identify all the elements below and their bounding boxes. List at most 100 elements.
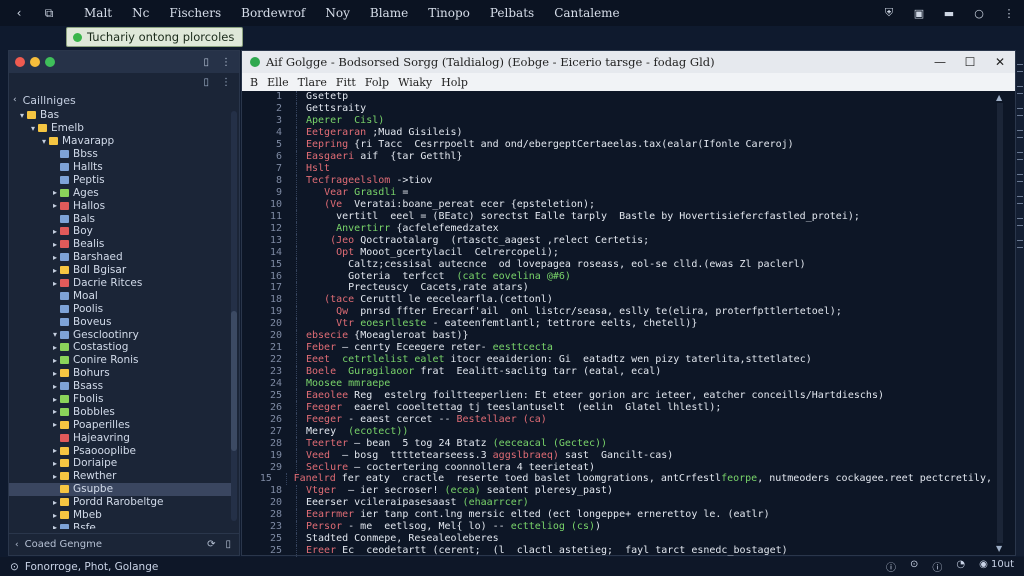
chevron-right-icon[interactable]: ▸ [50, 498, 60, 507]
close-window-icon[interactable] [15, 57, 25, 67]
chevron-right-icon[interactable]: ▸ [50, 240, 60, 249]
editor-menu-item[interactable]: Tlare [298, 76, 336, 89]
code-line[interactable]: 27 Merey (ecotect)) [242, 425, 992, 438]
chevron-down-icon[interactable]: ▾ [17, 111, 27, 120]
tray-icon[interactable]: ◔ [956, 559, 965, 574]
code-line[interactable]: 2 Gettsraity [242, 102, 992, 115]
code-line[interactable]: 11 vertitl eeel = (BEatc) sorectst Ealle… [242, 210, 992, 223]
chevron-right-icon[interactable]: ▸ [50, 446, 60, 455]
chevron-right-icon[interactable]: ▸ [50, 382, 60, 391]
app-icon[interactable]: ⧉ [38, 6, 60, 21]
chevron-left-icon[interactable]: ‹ [15, 540, 19, 550]
scroll-track[interactable] [997, 103, 1003, 543]
menu-icon[interactable] [1017, 196, 1023, 204]
code-line[interactable]: 16 Goteria terfcct (catc eovelina @#6) [242, 270, 992, 282]
tree-item[interactable]: ▸ Bohurs [9, 367, 231, 380]
tree-item[interactable]: ▸ Pordd Rarobeltge [9, 496, 231, 509]
top-menu-item[interactable]: Blame [360, 6, 418, 20]
explorer-scrollbar[interactable] [231, 111, 237, 521]
code-line[interactable]: 13 (Jeo Qoctraotalarg (rtasctc_aagest ,r… [242, 234, 992, 247]
scroll-up-icon[interactable]: ▲ [996, 93, 1002, 102]
circle-icon[interactable]: ○ [972, 6, 986, 20]
panel-icon[interactable]: ▯ [225, 539, 231, 550]
tree-item[interactable]: Gsupbe [9, 482, 231, 496]
menu-icon[interactable] [1017, 174, 1023, 182]
code-line[interactable]: 15 Fanelrd fer eaty cractle reserte toed … [242, 473, 992, 485]
code-line[interactable]: 9 Vear Grasdli = [242, 186, 992, 199]
code-line[interactable]: 28 Eearrmer ier tanp cont.lng mersic elte… [242, 508, 992, 521]
code-line[interactable]: 15 Caltz;cessisal autecnce od lovepagea … [242, 258, 992, 271]
scrollbar-thumb[interactable] [231, 311, 237, 451]
top-menu-item[interactable]: Nc [122, 6, 159, 20]
tray-icon[interactable]: ⊙ [910, 559, 918, 574]
tree-item[interactable]: ▾ Emelb [9, 122, 231, 135]
chevron-right-icon[interactable]: ▸ [50, 459, 60, 468]
code-area[interactable]: 1 Gsetetp 2 Gettsraity 3 Aperer Cisl) 4 Eetgera… [242, 91, 992, 557]
minimize-icon[interactable]: ▬ [942, 6, 956, 20]
chevron-right-icon[interactable]: ▸ [50, 279, 60, 288]
more-icon[interactable]: ⋮ [1002, 6, 1016, 20]
editor-menu-item[interactable]: B [250, 76, 267, 89]
more-icon[interactable]: ⋮ [221, 57, 231, 68]
explorer-root[interactable]: ‹ Caillniges [9, 91, 239, 109]
code-line[interactable]: 20 Vtr eoesrlleste - eateenfemtlantl; te… [242, 317, 992, 330]
code-line[interactable]: 1 Gsetetp [242, 91, 992, 103]
tree-item[interactable]: ▸ Hallos [9, 199, 231, 212]
tree-item[interactable]: ▸ Boy [9, 225, 231, 238]
code-line[interactable]: 18 Vtger — ier secroser! (ecea) seatent p… [242, 484, 992, 497]
minimize-icon[interactable]: — [925, 55, 955, 69]
top-menu-item[interactable]: Pelbats [480, 6, 544, 20]
editor-scrollbar[interactable]: ▲ ▼ [995, 93, 1005, 553]
tree-item[interactable]: ▸ Psaoooplibe [9, 444, 231, 457]
chevron-right-icon[interactable]: ▸ [50, 227, 60, 236]
code-line[interactable]: 18 (tace Ceruttl le eecelearfla.(cettonl… [242, 293, 992, 306]
code-line[interactable]: 24 Moosee mmraepe [242, 377, 992, 390]
tree-item[interactable]: ▸ Costastiog [9, 341, 231, 354]
tree-item[interactable]: Bals [9, 212, 231, 225]
menu-icon[interactable] [1017, 108, 1023, 116]
chevron-right-icon[interactable]: ▸ [50, 356, 60, 365]
tree-item[interactable]: ▸ Bealis [9, 238, 231, 251]
tree-item[interactable]: Hajeavring [9, 431, 231, 444]
chevron-down-icon[interactable]: ▾ [28, 124, 38, 133]
tree-item[interactable]: ▸ Poaperilles [9, 418, 231, 431]
code-line[interactable]: 25 Stadted Conmepe, Resealeoleberes [242, 532, 992, 545]
tray-icon[interactable]: ⓘ [886, 559, 896, 574]
top-menu-item[interactable]: Fischers [159, 6, 231, 20]
maximize-window-icon[interactable] [45, 57, 55, 67]
code-line[interactable]: 19 Qw pnrsd ffter Erecarf'ail onl listcr… [242, 305, 992, 318]
editor-menu-item[interactable]: Folp [365, 76, 398, 89]
shield-icon[interactable]: ⛨ [882, 6, 896, 20]
copy-icon[interactable]: ▣ [912, 6, 926, 20]
chevron-right-icon[interactable]: ▸ [50, 343, 60, 352]
code-line[interactable]: 17 Precteuscy Cacets,rate atars) [242, 282, 992, 294]
tree-item[interactable]: Boveus [9, 315, 231, 328]
tree-item[interactable]: Hallts [9, 161, 231, 174]
menu-icon[interactable] [1017, 218, 1023, 226]
tree-item[interactable]: ▸ Dacrie Ritces [9, 277, 231, 290]
back-icon[interactable]: ‹ [8, 6, 30, 20]
code-line[interactable]: 19 Veed — bosg ttttetearseess.3 aggslbrae… [242, 449, 992, 462]
top-menu-item[interactable]: Cantaleme [544, 6, 629, 20]
code-line[interactable]: 26 Feeger - eaest cercet -- Bestellaer (c… [242, 413, 992, 426]
tree-item[interactable]: ▸ Doriaipe [9, 457, 231, 470]
tree-item[interactable]: ▸ Bsass [9, 380, 231, 393]
code-line[interactable]: 6 Easgaeri aif {tar Getthl} [242, 150, 992, 163]
code-line[interactable]: 10 (Ve Veratai:boane_pereat ecer {epstel… [242, 198, 992, 211]
code-line[interactable]: 20 ebsecie {Moeagleroat bast)} [242, 329, 992, 342]
menu-icon[interactable] [1017, 64, 1023, 72]
chevron-right-icon[interactable]: ▸ [50, 407, 60, 416]
code-line[interactable]: 25 Eaeolee Reg estelrg foiltteeperlien: E… [242, 389, 992, 402]
code-line[interactable]: 8 Tecfrageelslom ->tiov [242, 174, 992, 187]
code-line[interactable]: 14 Opt Mooot_gcertylacil Celrercopeli); [242, 246, 992, 259]
top-menu-item[interactable]: Noy [315, 6, 360, 20]
menu-icon[interactable] [1017, 86, 1023, 94]
chevron-down-icon[interactable]: ▾ [39, 137, 49, 146]
clock-label[interactable]: ◉ 10ut [979, 559, 1014, 574]
tree-item[interactable]: ▸ Ages [9, 186, 231, 199]
tree-item[interactable]: ▸ Bsfe [9, 522, 231, 529]
code-line[interactable]: 28 Teerter — bean 5 tog 24 Btatz (eeceaca… [242, 437, 992, 450]
code-line[interactable]: 29 Seclure — coctertering coonnollera 4 t… [242, 461, 992, 473]
tree-item[interactable]: ▾ Gesclootinry [9, 328, 231, 341]
chevron-right-icon[interactable]: ▸ [50, 472, 60, 481]
